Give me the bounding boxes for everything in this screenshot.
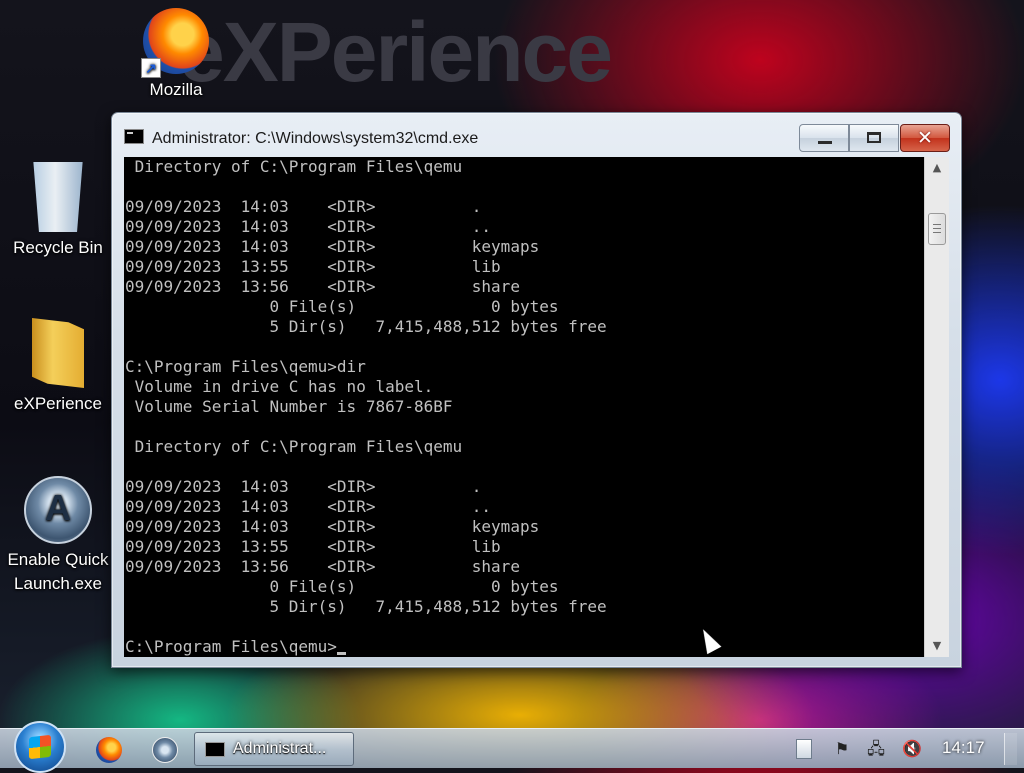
vertical-scrollbar[interactable]: ▲ ▼	[924, 157, 949, 657]
desktop-icon-label: eXPerience	[14, 394, 102, 413]
desktop-brand-text: eXPerience	[178, 5, 613, 99]
grip-line	[933, 228, 941, 229]
show-desktop-button[interactable]	[1004, 733, 1017, 765]
grip-line	[933, 224, 941, 225]
taskbar-item-cmd[interactable]: Administrat...	[194, 732, 354, 766]
taskbar-item-label: Administrat...	[233, 740, 327, 757]
taskbar-clock[interactable]: 14:17	[942, 738, 985, 758]
cmd-icon	[205, 742, 225, 757]
scroll-up-arrow-icon[interactable]: ▲	[925, 157, 949, 179]
scroll-down-arrow-icon[interactable]: ▼	[925, 635, 949, 657]
close-icon: ✕	[917, 127, 933, 149]
scrollbar-thumb[interactable]	[928, 213, 946, 245]
taskbar: Administrat... ⚑ 🖧 🔇 14:17	[0, 721, 1024, 773]
desktop-icon-label: Recycle Bin	[13, 238, 103, 257]
minimize-icon	[818, 141, 832, 144]
desktop-icon-recycle-bin[interactable]: Recycle Bin	[2, 162, 114, 260]
window-title: Administrator: C:\Windows\system32\cmd.e…	[152, 130, 479, 147]
text-cursor	[336, 652, 346, 655]
shortcut-arrow-icon: ↗	[141, 58, 161, 78]
recycle-bin-icon	[33, 162, 83, 232]
start-button[interactable]	[14, 721, 66, 773]
maximize-icon	[867, 132, 881, 143]
desktop-icon-mozilla[interactable]: ↗ Mozilla	[120, 8, 232, 102]
folder-icon	[32, 318, 84, 388]
cmd-icon	[124, 129, 144, 144]
desktop-icon-experience[interactable]: eXPerience	[2, 318, 114, 416]
cmd-window[interactable]: Administrator: C:\Windows\system32\cmd.e…	[111, 112, 962, 668]
window-titlebar[interactable]: Administrator: C:\Windows\system32\cmd.e…	[112, 113, 961, 157]
tray-network-icon[interactable]: 🖧	[866, 739, 886, 759]
tray-document-icon[interactable]	[796, 739, 812, 759]
taskbar-quick-launch-icon[interactable]	[152, 737, 178, 763]
desktop-icon-label: Enable Quick Launch.exe	[7, 550, 109, 593]
close-button[interactable]: ✕	[900, 124, 950, 152]
console-text: Directory of C:\Program Files\qemu 09/09…	[125, 157, 607, 656]
maximize-button[interactable]	[849, 124, 899, 152]
minimize-button[interactable]	[799, 124, 849, 152]
console-output[interactable]: Directory of C:\Program Files\qemu 09/09…	[124, 157, 924, 657]
desktop-icon-label: Mozilla	[149, 80, 203, 99]
taskbar-firefox-icon[interactable]	[96, 737, 122, 763]
quick-launch-app-icon: A	[24, 476, 92, 544]
grip-line	[933, 232, 941, 233]
windows-logo-icon	[29, 734, 51, 760]
tray-action-center-icon[interactable]: ⚑	[832, 739, 852, 759]
tray-volume-muted-icon[interactable]: 🔇	[902, 739, 922, 759]
firefox-icon: ↗	[141, 8, 209, 78]
desktop-icon-quick-launch[interactable]: A Enable Quick Launch.exe	[2, 476, 114, 596]
